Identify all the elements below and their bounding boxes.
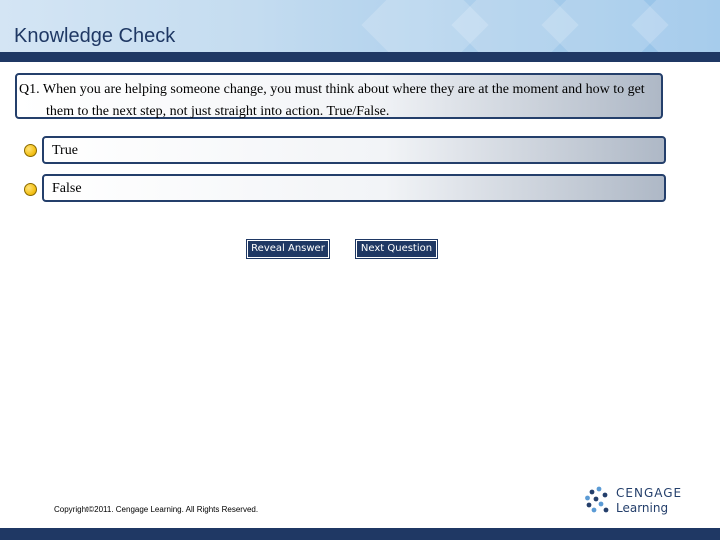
cengage-logo-icon bbox=[585, 486, 609, 513]
option-true[interactable]: True bbox=[42, 136, 666, 164]
option-false[interactable]: False bbox=[42, 174, 666, 202]
question-box: Q1. When you are helping someone change,… bbox=[15, 73, 663, 119]
option-false-label: False bbox=[52, 181, 82, 196]
radio-true[interactable] bbox=[24, 144, 37, 157]
logo-wordmark-top: CENGAGE bbox=[616, 486, 683, 500]
option-true-label: True bbox=[52, 143, 78, 158]
logo-wordmark-bottom: Learning bbox=[616, 501, 669, 515]
page-title: Knowledge Check bbox=[14, 25, 176, 47]
radio-false[interactable] bbox=[24, 183, 37, 196]
question-text: Q1. When you are helping someone change,… bbox=[19, 82, 645, 119]
header-divider bbox=[0, 52, 720, 62]
reveal-answer-button[interactable]: Reveal Answer bbox=[246, 239, 330, 259]
copyright-text: Copyright©2011. Cengage Learning. All Ri… bbox=[54, 505, 259, 514]
footer-bar bbox=[0, 528, 720, 540]
header-banner: Knowledge Check bbox=[0, 0, 720, 52]
cengage-logo: CENGAGE Learning bbox=[585, 486, 695, 518]
next-question-button[interactable]: Next Question bbox=[355, 239, 438, 259]
